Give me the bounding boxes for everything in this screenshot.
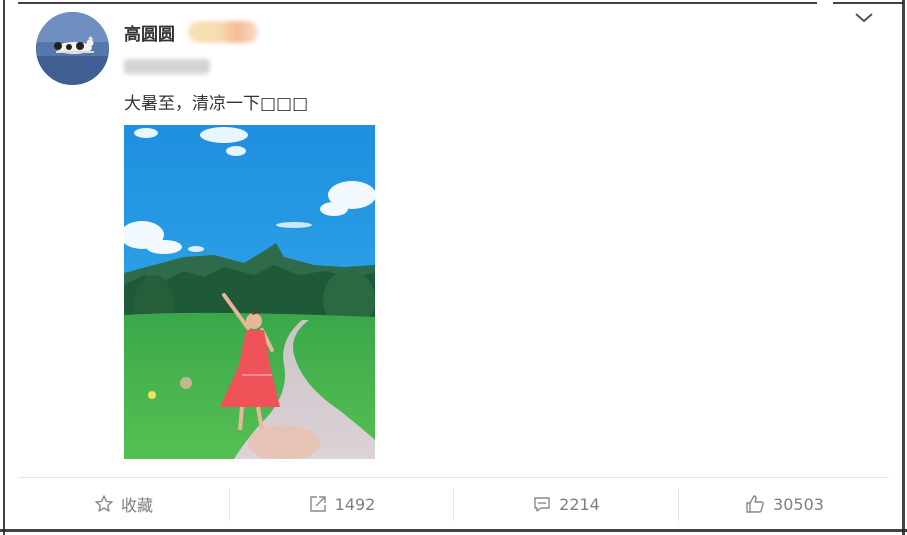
star-icon bbox=[95, 495, 113, 512]
post-text: 大暑至，清凉一下□□□ bbox=[124, 94, 309, 114]
post-menu-button[interactable] bbox=[852, 10, 876, 26]
avatar-image bbox=[36, 12, 109, 85]
action-bar-divider bbox=[18, 477, 889, 478]
blurred-badge bbox=[188, 21, 258, 43]
favorite-label: 收藏 bbox=[120, 496, 153, 515]
blurred-post-meta bbox=[124, 59, 210, 74]
repost-count: 1492 bbox=[334, 494, 376, 514]
repost-button[interactable]: 1492 bbox=[230, 484, 453, 524]
username[interactable]: 高圆圆 bbox=[124, 20, 175, 45]
like-count: 30503 bbox=[773, 494, 824, 514]
weibo-post-card: 高圆圆 大暑至，清凉一下□□□ 收藏 1492 2214 30503 bbox=[0, 0, 907, 535]
post-photo-image bbox=[124, 125, 375, 459]
favorite-button[interactable]: 收藏 bbox=[18, 484, 229, 524]
comment-count: 2214 bbox=[559, 494, 600, 514]
like-button[interactable]: 30503 bbox=[679, 484, 889, 524]
thumbs-up-icon bbox=[746, 495, 764, 513]
share-icon bbox=[309, 496, 326, 512]
chevron-down-icon bbox=[855, 13, 873, 23]
comment-icon bbox=[534, 497, 550, 512]
comment-button[interactable]: 2214 bbox=[454, 484, 678, 524]
user-avatar[interactable] bbox=[36, 12, 109, 85]
post-photo[interactable] bbox=[124, 125, 375, 459]
